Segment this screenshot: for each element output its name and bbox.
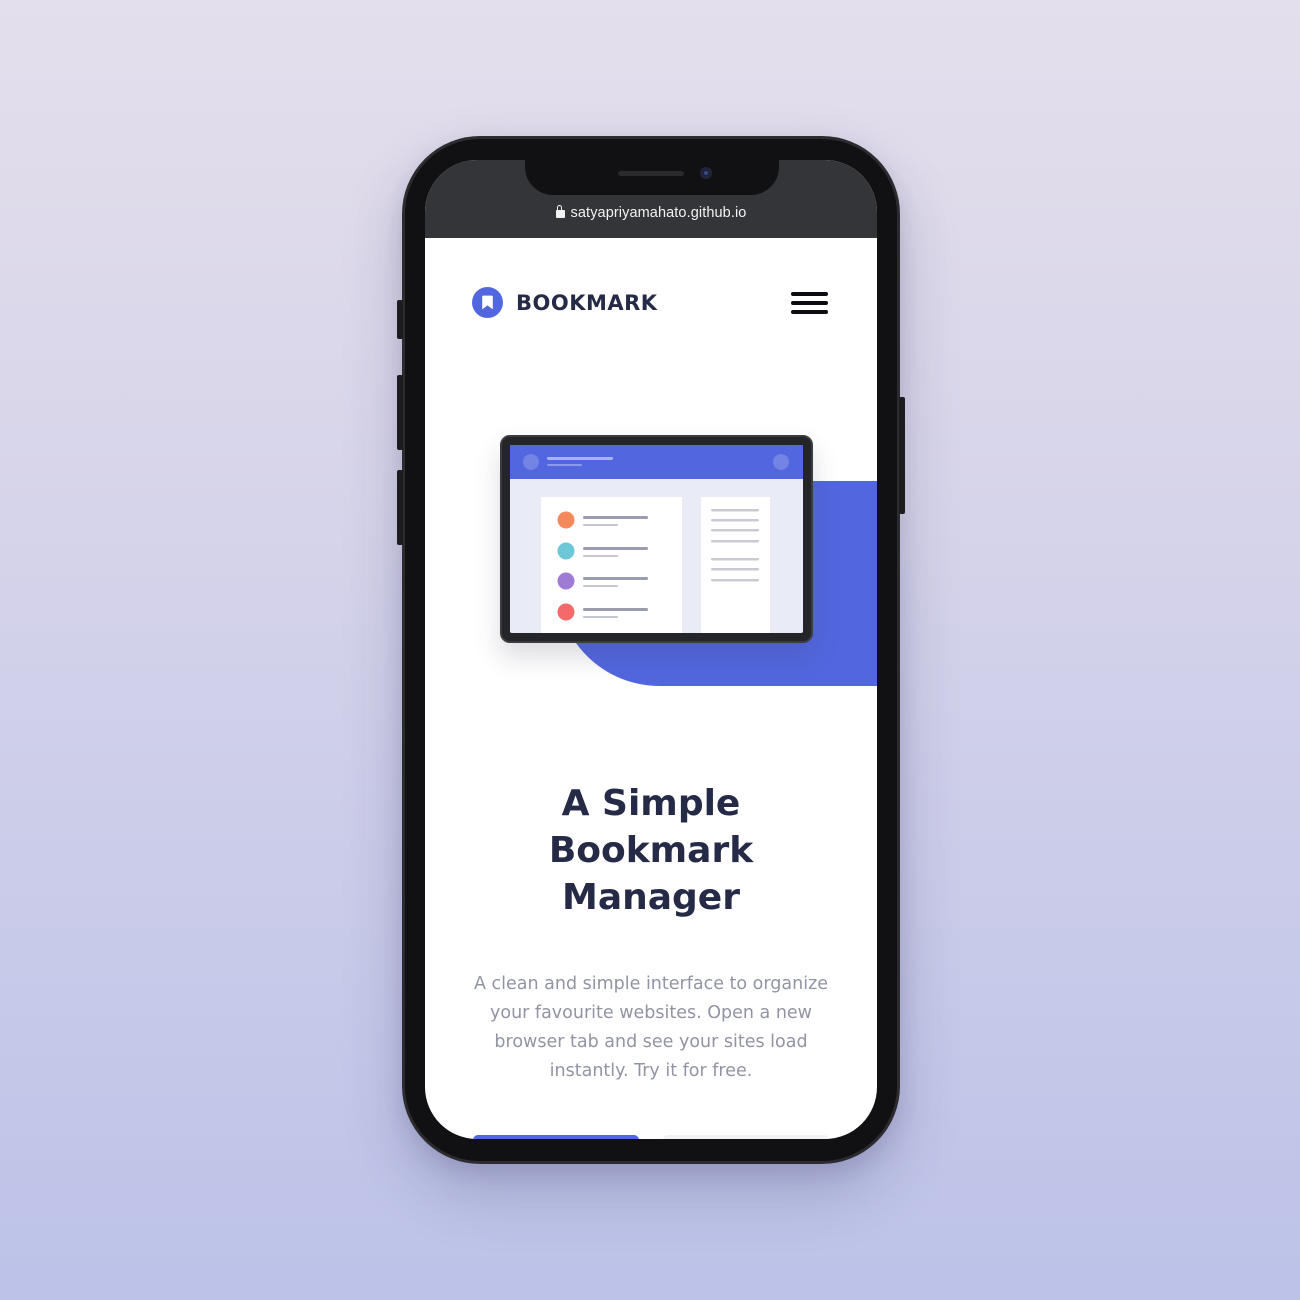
lock-icon xyxy=(555,205,565,218)
headline-line-2: Bookmark xyxy=(548,830,754,871)
url-text: satyapriyamahato.github.io xyxy=(570,205,747,221)
front-camera-icon xyxy=(700,167,712,179)
brand-name[interactable]: BOOKMARK xyxy=(516,288,658,318)
tablet-screen-illustration xyxy=(510,445,803,633)
headline-line-1: A Simple xyxy=(561,783,741,824)
earpiece-speaker xyxy=(618,171,684,176)
secondary-cta-button[interactable] xyxy=(663,1135,829,1139)
hero-description: A clean and simple interface to organize… xyxy=(473,974,829,1081)
hero-headline: A Simple Bookmark Manager xyxy=(425,780,877,921)
phone-volume-up-button xyxy=(397,375,403,450)
phone-power-button xyxy=(899,397,905,514)
hamburger-menu-icon[interactable] xyxy=(791,291,829,317)
address-url[interactable]: satyapriyamahato.github.io xyxy=(425,205,877,221)
phone-screen: satyapriyamahato.github.io BOOKMARK A Si… xyxy=(425,160,877,1139)
tablet-bookmark-illustration xyxy=(500,435,813,643)
primary-cta-button[interactable] xyxy=(473,1135,639,1139)
phone-volume-down-button xyxy=(397,470,403,545)
bookmark-logo-icon[interactable] xyxy=(472,287,503,318)
headline-line-3: Manager xyxy=(562,877,740,918)
phone-silent-switch xyxy=(397,300,403,339)
